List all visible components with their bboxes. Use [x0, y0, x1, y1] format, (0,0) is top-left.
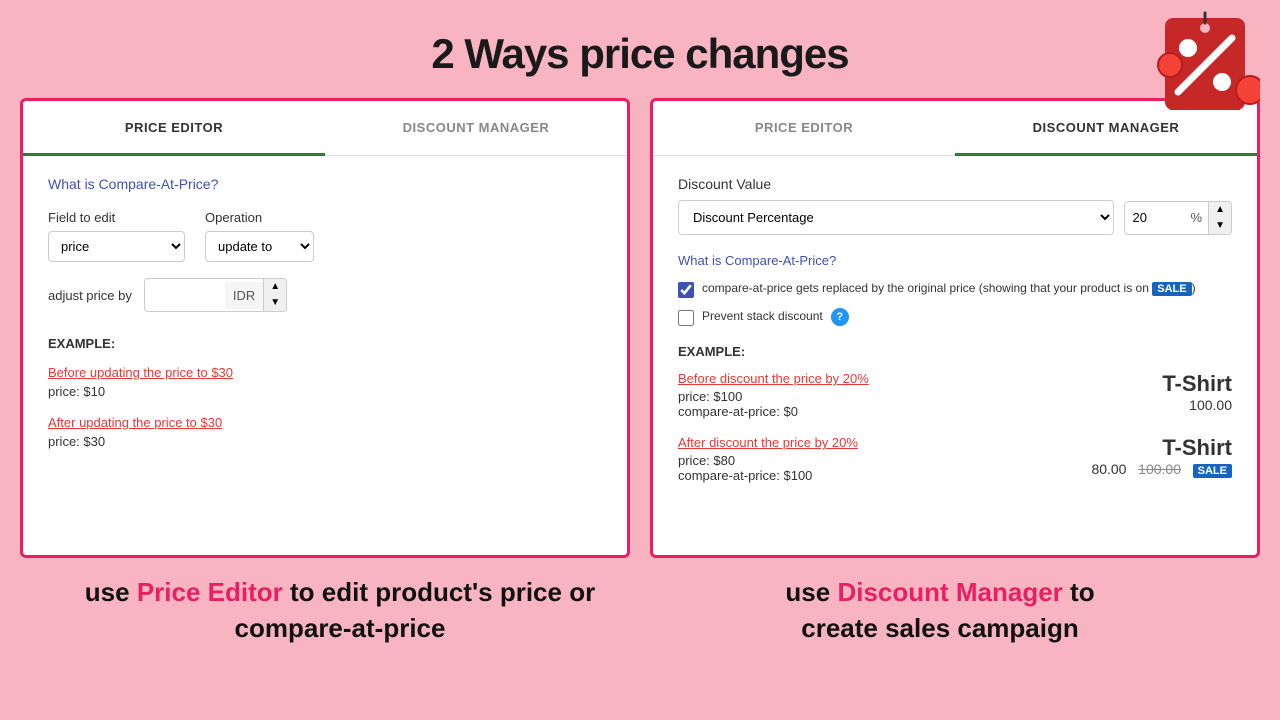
after-link[interactable]: After updating the price to $30 [48, 415, 602, 430]
right-before-left: Before discount the price by 20% price: … [678, 371, 1112, 419]
tab-price-editor-left[interactable]: PRICE EDITOR [23, 102, 325, 156]
discount-select-wrap: Discount Percentage Discount Amount [678, 200, 1114, 235]
right-before-right: T-Shirt 100.00 [1112, 371, 1232, 413]
right-panel-content: Discount Value Discount Percentage Disco… [653, 156, 1257, 519]
after-product-name: T-Shirt [1091, 435, 1232, 461]
bottom-left-text: use Price Editor to edit product's price… [40, 574, 640, 647]
page-title: 2 Ways price changes [0, 0, 1280, 98]
right-after-compare: compare-at-price: $100 [678, 468, 1091, 483]
adjust-spinner: ▲ ▼ [263, 279, 286, 311]
price-editor-highlight: Price Editor [137, 577, 283, 607]
compare-at-price-link-left[interactable]: What is Compare-At-Price? [48, 176, 602, 192]
left-panel: PRICE EDITOR DISCOUNT MANAGER What is Co… [20, 98, 630, 558]
left-example-label: EXAMPLE: [48, 336, 602, 351]
discount-up-btn[interactable]: ▲ [1209, 202, 1231, 218]
left-example-section: EXAMPLE: Before updating the price to $3… [48, 336, 602, 451]
left-before-example: Before updating the price to $30 price: … [48, 365, 602, 401]
adjust-currency: IDR [225, 282, 263, 309]
discount-type-select[interactable]: Discount Percentage Discount Amount [679, 201, 1113, 234]
discount-spinner: ▲ ▼ [1208, 202, 1231, 234]
bottom-text: use Price Editor to edit product's price… [0, 574, 1280, 647]
bottom-right-text: use Discount Manager tocreate sales camp… [640, 574, 1240, 647]
after-price-old: 100.00 [1138, 461, 1181, 477]
after-discount-link[interactable]: After discount the price by 20% [678, 435, 1091, 450]
right-example-section: EXAMPLE: Before discount the price by 20… [678, 344, 1232, 483]
discount-num-wrap: % ▲ ▼ [1124, 201, 1232, 235]
right-after-right: T-Shirt 80.00 100.00 SALE [1091, 435, 1232, 477]
compare-at-price-link-right[interactable]: What is Compare-At-Price? [678, 253, 1232, 268]
before-link[interactable]: Before updating the price to $30 [48, 365, 602, 380]
checkbox-row-1: compare-at-price gets replaced by the or… [678, 280, 1232, 298]
right-before-price: price: $100 [678, 389, 1112, 404]
left-tabs: PRICE EDITOR DISCOUNT MANAGER [23, 101, 627, 156]
discount-number-input[interactable] [1125, 202, 1185, 233]
right-after-left: After discount the price by 20% price: $… [678, 435, 1091, 483]
adjust-input-wrap: IDR ▲ ▼ [144, 278, 287, 312]
operation-label: Operation [205, 210, 314, 225]
before-discount-link[interactable]: Before discount the price by 20% [678, 371, 1112, 386]
adjust-up-btn[interactable]: ▲ [264, 279, 286, 295]
operation-select[interactable]: update to increase by decrease by [205, 231, 314, 262]
right-example-label: EXAMPLE: [678, 344, 1232, 359]
prevent-stack-label: Prevent stack discount [702, 308, 823, 325]
before-price: price: $10 [48, 384, 105, 399]
field-to-edit-select[interactable]: price compare-at-price [48, 231, 185, 262]
adjust-down-btn[interactable]: ▼ [264, 295, 286, 311]
before-product-name: T-Shirt [1112, 371, 1232, 397]
operation-group: Operation update to increase by decrease… [205, 210, 314, 262]
discount-input-row: Discount Percentage Discount Amount % ▲ … [678, 200, 1232, 235]
panels-container: PRICE EDITOR DISCOUNT MANAGER What is Co… [0, 98, 1280, 558]
adjust-row: adjust price by IDR ▲ ▼ [48, 278, 602, 312]
field-to-edit-label: Field to edit [48, 210, 185, 225]
left-after-example: After updating the price to $30 price: $… [48, 415, 602, 451]
tab-discount-manager-right[interactable]: DISCOUNT MANAGER [955, 102, 1257, 156]
right-before-example: Before discount the price by 20% price: … [678, 371, 1232, 419]
sale-inline-badge: SALE [1152, 282, 1191, 296]
before-product-price: 100.00 [1112, 397, 1232, 413]
adjust-label: adjust price by [48, 288, 132, 303]
right-before-compare: compare-at-price: $0 [678, 404, 1112, 419]
after-product-prices: 80.00 100.00 SALE [1091, 461, 1232, 477]
compare-replace-checkbox[interactable] [678, 282, 694, 298]
prevent-stack-discount-checkbox[interactable] [678, 310, 694, 326]
discount-manager-highlight: Discount Manager [837, 577, 1062, 607]
field-to-edit-group: Field to edit price compare-at-price [48, 210, 185, 262]
after-price: price: $30 [48, 434, 105, 449]
adjust-input[interactable] [145, 282, 225, 309]
compare-replace-label: compare-at-price gets replaced by the or… [702, 280, 1196, 297]
discount-percent-symbol: % [1185, 202, 1209, 233]
left-panel-content: What is Compare-At-Price? Field to edit … [23, 156, 627, 485]
right-after-example: After discount the price by 20% price: $… [678, 435, 1232, 483]
field-row: Field to edit price compare-at-price Ope… [48, 210, 602, 262]
discount-value-label: Discount Value [678, 176, 1232, 192]
discount-down-btn[interactable]: ▼ [1209, 218, 1231, 234]
checkbox-row-2: Prevent stack discount ? [678, 308, 1232, 326]
right-panel: PRICE EDITOR DISCOUNT MANAGER Discount V… [650, 98, 1260, 558]
help-icon[interactable]: ? [831, 308, 849, 326]
after-price-new: 80.00 [1091, 461, 1126, 477]
tab-discount-manager-left[interactable]: DISCOUNT MANAGER [325, 102, 627, 156]
tab-price-editor-right[interactable]: PRICE EDITOR [653, 102, 955, 156]
after-sale-badge: SALE [1193, 464, 1232, 478]
right-tabs: PRICE EDITOR DISCOUNT MANAGER [653, 101, 1257, 156]
right-after-price: price: $80 [678, 453, 1091, 468]
